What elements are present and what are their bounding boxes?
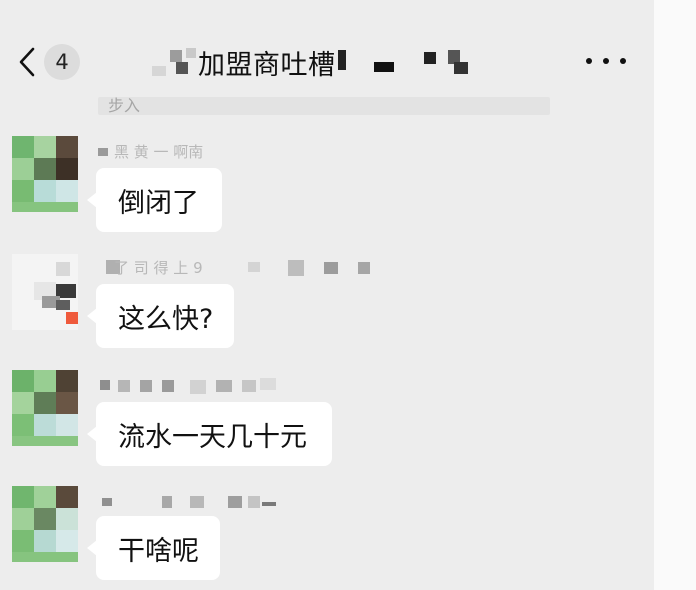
- more-dot-icon: [603, 58, 609, 64]
- chat-title-wrap: 加盟商吐槽: [198, 40, 336, 84]
- message-item: 流水一天几十元: [0, 364, 654, 474]
- title-mosaic-left: [152, 48, 196, 76]
- sender-name: 了 司 得 上 9: [96, 256, 396, 280]
- sender-name: [96, 490, 396, 514]
- chat-title: 加盟商吐槽: [198, 49, 336, 81]
- message-text: 干啥呢: [118, 535, 199, 567]
- message-bubble[interactable]: 倒闭了: [87, 168, 222, 232]
- chevron-left-icon: [14, 44, 40, 80]
- message-bubble[interactable]: 这么快?: [87, 284, 234, 348]
- sender-name-text: 黑 黄 一 啊南: [114, 143, 204, 161]
- message-text: 倒闭了: [118, 187, 199, 219]
- back-button[interactable]: 4: [14, 42, 84, 82]
- unread-count-badge: 4: [44, 44, 80, 80]
- pinned-message-bar[interactable]: 步入: [98, 97, 550, 115]
- avatar[interactable]: [12, 370, 78, 446]
- chat-screen: 4 加盟商吐槽 步入 黑 黄 一 啊南 倒闭了 了 司 得 上 9 这么快? 流…: [0, 0, 654, 590]
- more-dot-icon: [586, 58, 592, 64]
- message-item: 黑 黄 一 啊南 倒闭了: [0, 132, 654, 242]
- sender-name: 黑 黄 一 啊南: [96, 140, 396, 164]
- avatar[interactable]: [12, 136, 78, 212]
- more-options-button[interactable]: [586, 48, 626, 74]
- sender-name-text: 了 司 得 上 9: [114, 259, 203, 277]
- message-bubble[interactable]: 流水一天几十元: [87, 402, 332, 466]
- title-mosaic-right: [338, 50, 468, 74]
- avatar[interactable]: [12, 254, 78, 330]
- more-dot-icon: [620, 58, 626, 64]
- message-bubble[interactable]: 干啥呢: [87, 516, 220, 580]
- message-text: 流水一天几十元: [118, 421, 307, 453]
- message-item: 了 司 得 上 9 这么快?: [0, 248, 654, 358]
- pinned-message-text: 步入: [108, 97, 141, 115]
- avatar[interactable]: [12, 486, 78, 562]
- sender-name: [96, 374, 396, 398]
- chat-header: 4 加盟商吐槽 步入: [0, 0, 654, 120]
- message-item: 干啥呢: [0, 482, 654, 590]
- page-margin: [654, 0, 696, 590]
- message-text: 这么快?: [118, 303, 214, 335]
